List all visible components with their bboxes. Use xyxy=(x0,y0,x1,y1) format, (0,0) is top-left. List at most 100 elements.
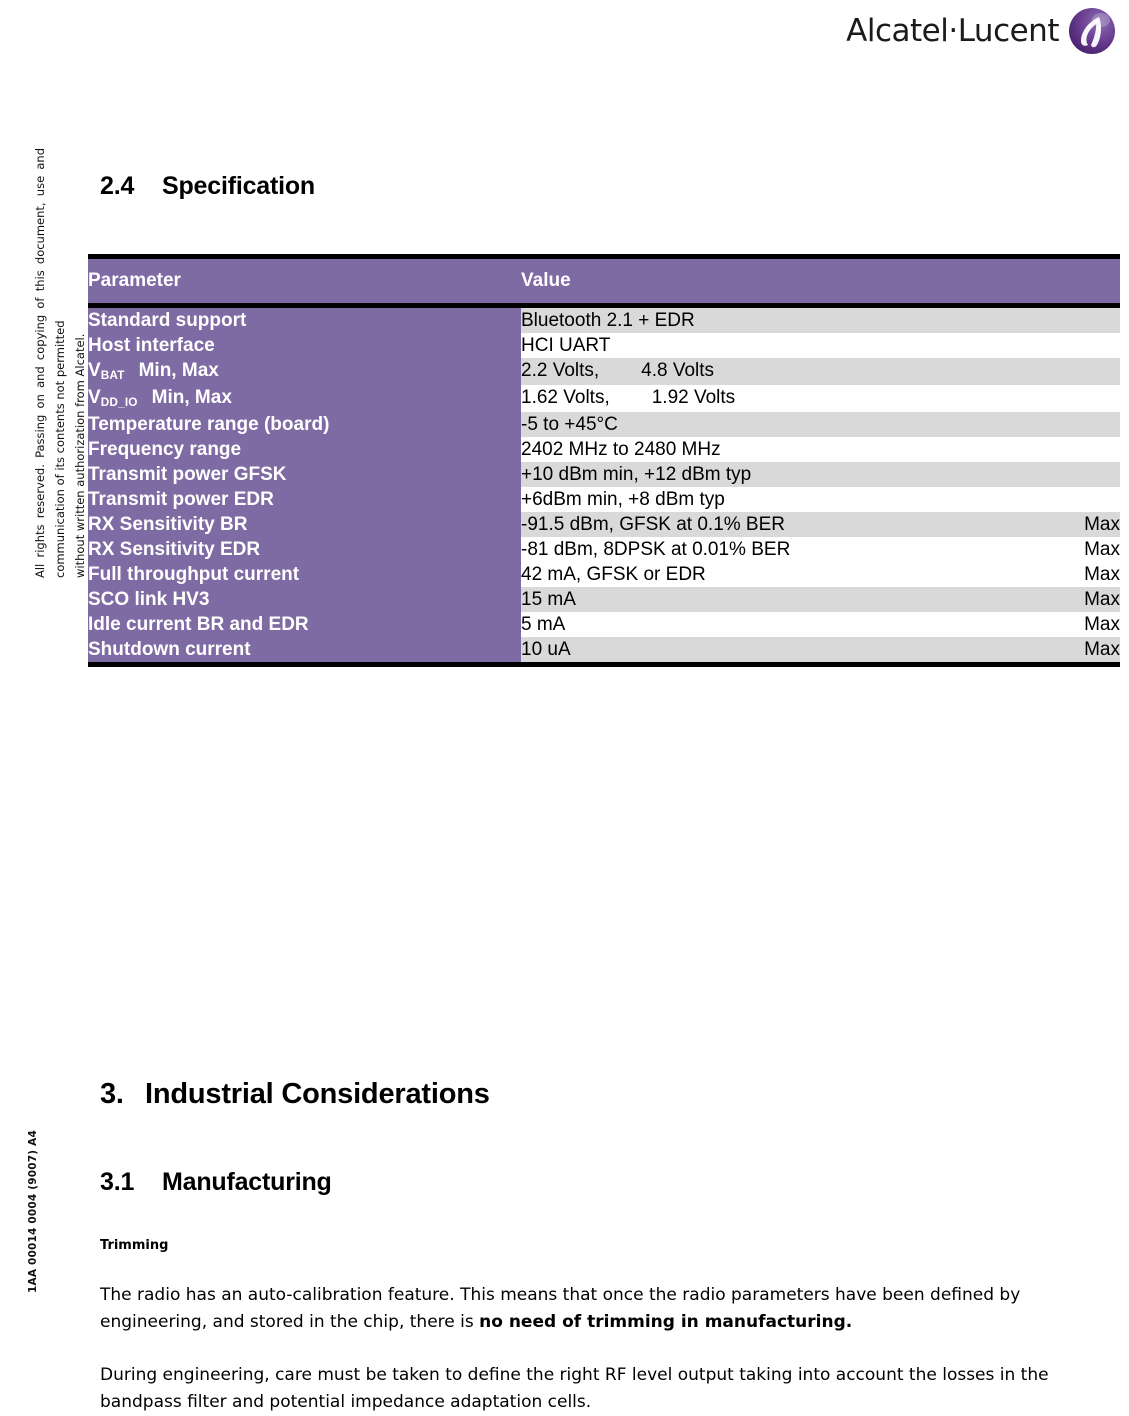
page-title-specification: 2.4 Specification xyxy=(100,172,315,201)
table-cell-note xyxy=(971,437,1120,462)
table-row: Shutdown current 10 uA Max xyxy=(88,637,1120,662)
value-text: -81 dBm, 8DPSK at 0.01% BER xyxy=(521,539,791,560)
table-row: VBAT Min, Max 2.2 Volts, 4.8 Volts xyxy=(88,358,1120,385)
parameter-label: Idle current BR and EDR xyxy=(88,614,309,635)
parameter-label: SCO link HV3 xyxy=(88,589,210,610)
value-text: Bluetooth 2.1 + EDR xyxy=(521,310,695,331)
table-cell-value: +10 dBm min, +12 dBm typ xyxy=(521,462,971,487)
table-row: Idle current BR and EDR 5 mA Max xyxy=(88,612,1120,637)
parameter-label: V xyxy=(88,387,101,408)
subheading-trimming: Trimming xyxy=(100,1238,169,1253)
value-text: +6dBm min, +8 dBm typ xyxy=(521,489,725,510)
parameter-label: Host interface xyxy=(88,335,215,356)
table-cell-note: Max xyxy=(971,612,1120,637)
table-cell-parameter: Shutdown current xyxy=(88,637,521,662)
heading-text-industrial: Industrial Considerations xyxy=(145,1078,490,1110)
table-cell-parameter: RX Sensitivity EDR xyxy=(88,537,521,562)
table-cell-note xyxy=(971,358,1120,385)
parameter-label: Transmit power EDR xyxy=(88,489,274,510)
table-row: Standard support Bluetooth 2.1 + EDR xyxy=(88,305,1120,333)
parameter-suffix: Min, Max xyxy=(138,360,219,381)
value-text: HCI UART xyxy=(521,335,611,356)
table-cell-value: -81 dBm, 8DPSK at 0.01% BER xyxy=(521,537,971,562)
table-cell-value: Bluetooth 2.1 + EDR xyxy=(521,305,971,333)
table-cell-note xyxy=(971,487,1120,512)
table-row: RX Sensitivity EDR -81 dBm, 8DPSK at 0.01… xyxy=(88,537,1120,562)
value-text: +10 dBm min, +12 dBm typ xyxy=(521,464,752,485)
parameter-label: V xyxy=(88,360,101,381)
table-cell-parameter: SCO link HV3 xyxy=(88,587,521,612)
table-cell-value: 42 mA, GFSK or EDR xyxy=(521,562,971,587)
value-text: 5 mA xyxy=(521,614,566,635)
table-cell-value: HCI UART xyxy=(521,333,971,358)
table-cell-note xyxy=(971,305,1120,333)
value-text: -91.5 dBm, GFSK at 0.1% BER xyxy=(521,514,785,535)
page-title-industrial-considerations: 3. Industrial Considerations xyxy=(100,1078,490,1111)
column-header-value: Value xyxy=(521,254,1120,308)
table-cell-parameter: Full throughput current xyxy=(88,562,521,587)
table-cell-note: Max xyxy=(971,637,1120,662)
table-cell-parameter: Host interface xyxy=(88,333,521,358)
table-cell-parameter: VBAT Min, Max xyxy=(88,358,521,385)
table-row: VDD_IO Min, Max 1.62 Volts, 1.92 Volts xyxy=(88,385,1120,412)
parameter-label: Frequency range xyxy=(88,439,242,460)
value-text: 10 uA xyxy=(521,639,571,660)
value-text: -5 to +45°C xyxy=(521,414,618,435)
table-row: Temperature range (board) -5 to +45°C xyxy=(88,412,1120,437)
table-row: RX Sensitivity BR -91.5 dBm, GFSK at 0.1%… xyxy=(88,512,1120,537)
table-cell-note: Max xyxy=(971,587,1120,612)
parameter-label: Temperature range (board) xyxy=(88,414,330,435)
value-text: 2402 MHz to 2480 MHz xyxy=(521,439,721,460)
specification-table: Parameter Value Standard support Bluetoot… xyxy=(88,254,1120,667)
heading-number-industrial: 3. xyxy=(100,1078,124,1110)
copyright-notice: All rights reserved. Passing on and copy… xyxy=(33,148,87,578)
table-cell-value: -5 to +45°C xyxy=(521,412,971,437)
table-row: Full throughput current 42 mA, GFSK or ED… xyxy=(88,562,1120,587)
paragraph-engineering: During engineering, care must be taken t… xyxy=(100,1365,1049,1412)
table-cell-parameter: Frequency range xyxy=(88,437,521,462)
table-cell-parameter: Transmit power GFSK xyxy=(88,462,521,487)
table-row: Frequency range 2402 MHz to 2480 MHz xyxy=(88,437,1120,462)
table-row: Transmit power GFSK +10 dBm min, +12 dBm … xyxy=(88,462,1120,487)
heading-text-manufacturing: Manufacturing xyxy=(162,1168,332,1196)
table-cell-note xyxy=(971,412,1120,437)
parameter-label: Standard support xyxy=(88,310,247,331)
table-cell-note xyxy=(971,385,1120,412)
table-cell-parameter: RX Sensitivity BR xyxy=(88,512,521,537)
value-text: 1.62 Volts, xyxy=(521,387,610,408)
table-row: Transmit power EDR +6dBm min, +8 dBm typ xyxy=(88,487,1120,512)
parameter-label: RX Sensitivity EDR xyxy=(88,539,261,560)
table-cell-note xyxy=(971,462,1120,487)
value-text-secondary: 1.92 Volts xyxy=(651,387,736,408)
heading-number-spec: 2.4 xyxy=(100,172,135,200)
column-header-parameter: Parameter xyxy=(88,254,521,308)
table-bottom-rule xyxy=(88,662,1120,667)
table-cell-parameter: VDD_IO Min, Max xyxy=(88,385,521,412)
page-title-manufacturing: 3.1 Manufacturing xyxy=(100,1168,332,1197)
parameter-label: RX Sensitivity BR xyxy=(88,514,248,535)
paragraph-trimming: The radio has an auto-calibration featur… xyxy=(100,1282,1100,1336)
table-cell-value: 2.2 Volts, 4.8 Volts xyxy=(521,358,971,385)
parameter-subscript: DD_IO xyxy=(100,396,138,410)
table-cell-value: 2402 MHz to 2480 MHz xyxy=(521,437,971,462)
heading-text-spec: Specification xyxy=(162,172,315,200)
table-cell-value: -91.5 dBm, GFSK at 0.1% BER xyxy=(521,512,971,537)
table-cell-value: 15 mA xyxy=(521,587,971,612)
parameter-subscript: BAT xyxy=(100,369,125,383)
table-header-row: Parameter Value xyxy=(88,254,1120,308)
parameter-label: Transmit power GFSK xyxy=(88,464,287,485)
value-text: 42 mA, GFSK or EDR xyxy=(521,564,706,585)
heading-number-manufacturing: 3.1 xyxy=(100,1168,135,1196)
table-cell-parameter: Idle current BR and EDR xyxy=(88,612,521,637)
table-cell-note: Max xyxy=(971,512,1120,537)
table-cell-value: 1.62 Volts, 1.92 Volts xyxy=(521,385,971,412)
value-text-secondary: 4.8 Volts xyxy=(641,360,715,381)
paragraph-trimming-emphasis: no need of trimming in manufacturing. xyxy=(479,1312,853,1332)
table-cell-value: 5 mA xyxy=(521,612,971,637)
table-cell-parameter: Standard support xyxy=(88,305,521,333)
table-cell-value: 10 uA xyxy=(521,637,971,662)
table-row: Host interface HCI UART xyxy=(88,333,1120,358)
table-cell-parameter: Transmit power EDR xyxy=(88,487,521,512)
table-cell-note: Max xyxy=(971,562,1120,587)
parameter-label: Shutdown current xyxy=(88,639,251,660)
